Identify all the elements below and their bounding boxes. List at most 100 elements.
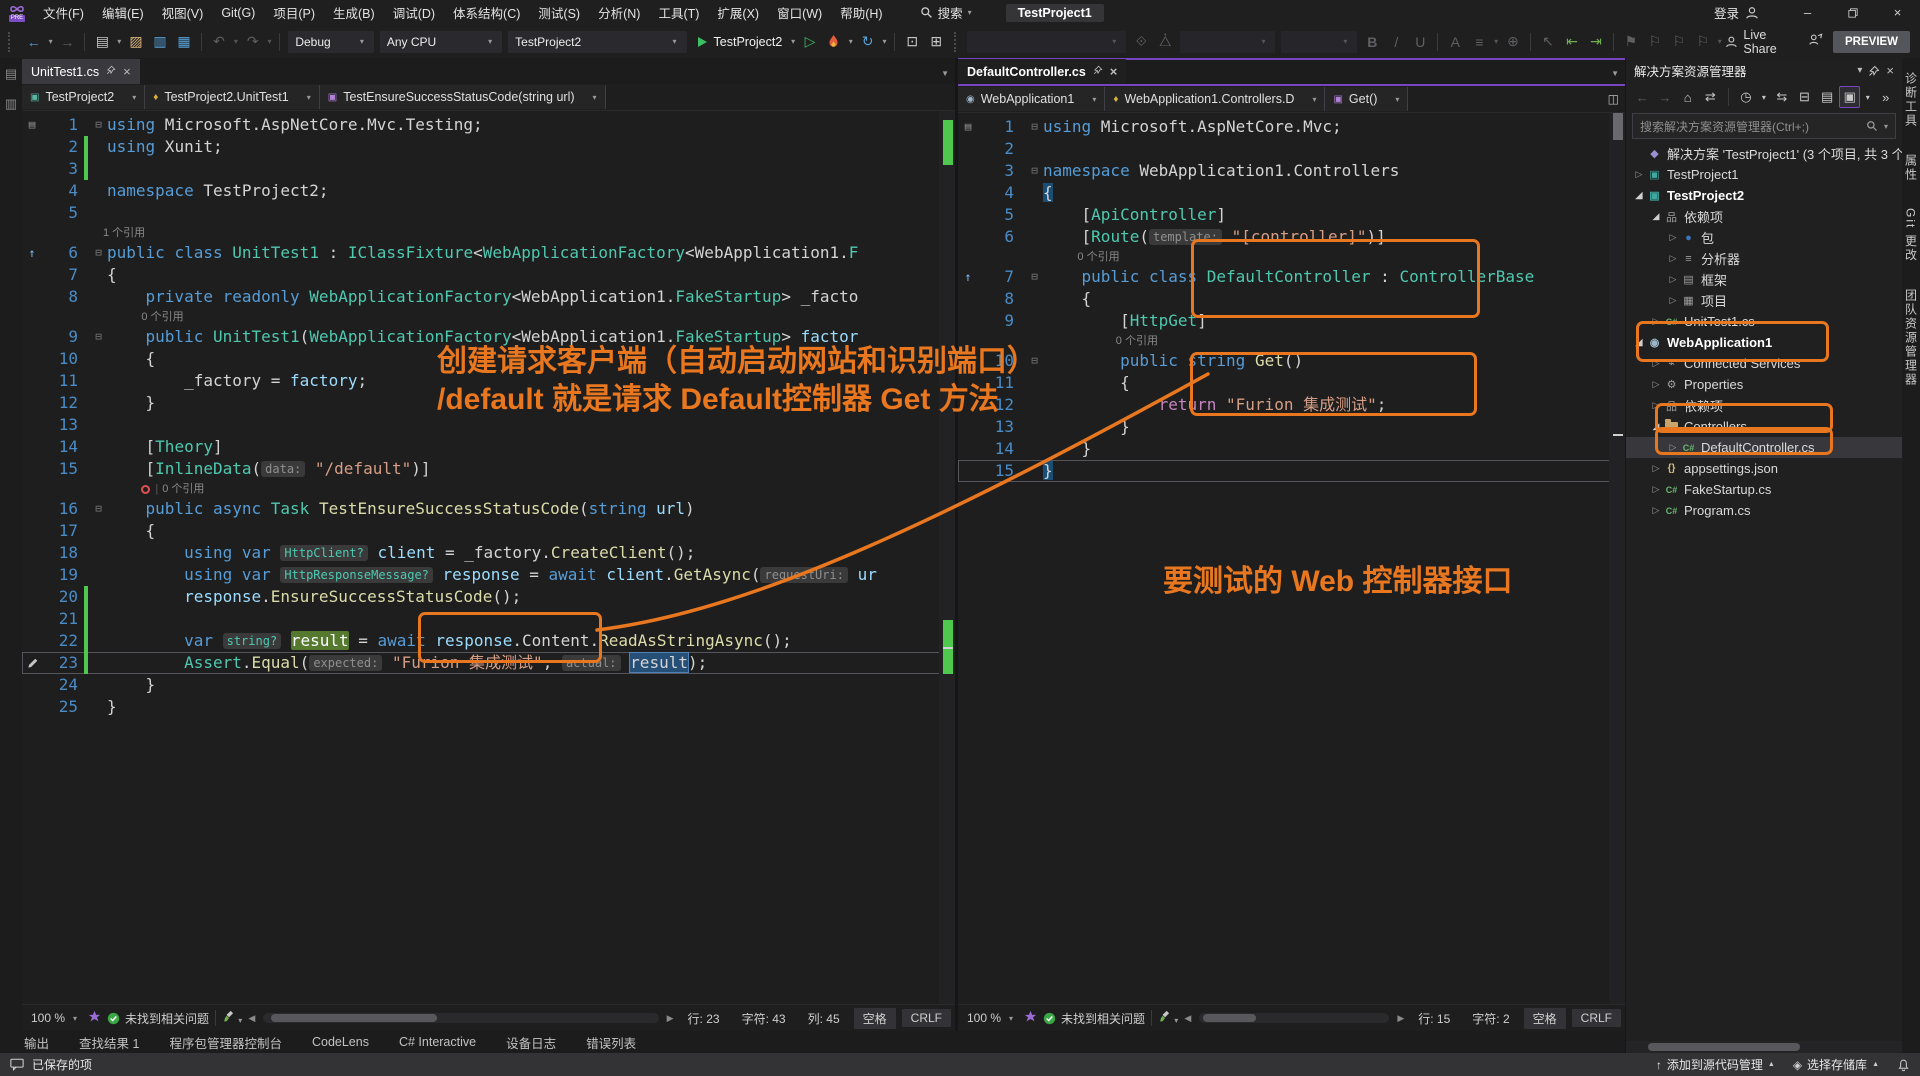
run-button[interactable]: TestProject2 bbox=[690, 30, 789, 54]
breadcrumb-item-2[interactable]: ▣Get()▾ bbox=[1325, 87, 1408, 111]
toolbar-combo-18[interactable]: TestProject2▾ bbox=[508, 31, 686, 53]
collapse-all-icon[interactable]: ⊟ bbox=[1794, 86, 1815, 108]
fold-marker[interactable]: ⊟ bbox=[1026, 350, 1043, 372]
fold-marker[interactable] bbox=[90, 180, 107, 202]
toolbar-button-underline[interactable]: U bbox=[1408, 30, 1432, 54]
code-line[interactable]: 12 return "Furion 集成测试"; bbox=[958, 394, 1625, 416]
fold-marker[interactable]: ⊟ bbox=[1026, 160, 1043, 182]
close-tab-icon[interactable]: × bbox=[1110, 64, 1118, 79]
more-icon[interactable]: » bbox=[1875, 86, 1896, 108]
menu-item-10[interactable]: 工具(T) bbox=[649, 0, 708, 25]
live-share-button[interactable]: Live Share bbox=[1725, 28, 1798, 56]
fold-marker[interactable] bbox=[90, 264, 107, 286]
tree-item-program-cs[interactable]: ▷C#Program.cs bbox=[1626, 500, 1902, 521]
code-line[interactable]: 3⊟namespace WebApplication1.Controllers bbox=[958, 160, 1625, 182]
code-line[interactable]: 2 bbox=[958, 138, 1625, 160]
collapsed-arrow-icon[interactable]: ▷ bbox=[1649, 379, 1663, 390]
tree-item--[interactable]: ▷▦项目 bbox=[1626, 290, 1902, 311]
minimize-button[interactable]: – bbox=[1785, 0, 1830, 25]
fold-marker[interactable] bbox=[90, 436, 107, 458]
code-line[interactable]: ▤1⊟using Microsoft.AspNetCore.Mvc; bbox=[958, 116, 1625, 138]
close-panel-icon[interactable]: × bbox=[1886, 63, 1894, 78]
fold-marker[interactable] bbox=[90, 392, 107, 414]
side-tab-0[interactable]: 诊断工具 bbox=[1903, 72, 1920, 128]
panel-tab-4[interactable]: C# Interactive bbox=[399, 1035, 476, 1049]
caret[interactable]: ▾ bbox=[1758, 86, 1769, 108]
scroll-right-icon[interactable]: ▶ bbox=[667, 1013, 674, 1024]
code-line[interactable]: 11 _factory = factory; bbox=[22, 370, 955, 392]
dropdown-caret-icon[interactable]: ▾ bbox=[231, 37, 241, 46]
fold-marker[interactable] bbox=[90, 674, 107, 696]
collapsed-arrow-icon[interactable]: ▷ bbox=[1649, 400, 1663, 411]
fold-marker[interactable]: ⊟ bbox=[90, 114, 107, 136]
scroll-left-icon[interactable]: ◀ bbox=[1184, 1013, 1191, 1024]
fold-marker[interactable] bbox=[90, 348, 107, 370]
vertical-scrollbar[interactable] bbox=[939, 111, 955, 1004]
code-line[interactable]: 23 Assert.Equal(expected: "Furion 集成测试",… bbox=[22, 652, 955, 674]
fold-marker[interactable] bbox=[1026, 204, 1043, 226]
fold-marker[interactable] bbox=[1026, 372, 1043, 394]
left-strip-tool-icon-1[interactable]: ▥ bbox=[5, 96, 17, 112]
add-to-source-control-button[interactable]: ↑ 添加到源代码管理 ▲ bbox=[1656, 1056, 1775, 1073]
scroll-right-icon[interactable]: ▶ bbox=[1397, 1013, 1404, 1024]
menu-item-6[interactable]: 调试(D) bbox=[384, 0, 444, 25]
fold-marker[interactable] bbox=[1026, 288, 1043, 310]
code-line[interactable]: 6 [Route(template: "[controller]")] bbox=[958, 226, 1625, 248]
toolbar-button-save-all[interactable]: ▦ bbox=[172, 30, 196, 54]
fold-marker[interactable]: ⊟ bbox=[1026, 266, 1043, 288]
fold-marker[interactable] bbox=[1026, 226, 1043, 248]
toolbar-button-restart[interactable]: ↻ bbox=[856, 30, 880, 54]
line-ending-mode[interactable]: CRLF bbox=[902, 1009, 951, 1027]
fold-marker[interactable] bbox=[1026, 416, 1043, 438]
toolbar-button-undo[interactable]: ↶ bbox=[207, 30, 231, 54]
tree-item-testproject2[interactable]: ◢▣TestProject2 bbox=[1626, 185, 1902, 206]
dropdown-caret-icon[interactable]: ▾ bbox=[46, 37, 56, 46]
code-line[interactable]: 17 { bbox=[22, 520, 955, 542]
tree-item--[interactable]: ▷≡分析器 bbox=[1626, 248, 1902, 269]
toolbar-button-new-project[interactable]: ▤ bbox=[90, 30, 114, 54]
menu-item-2[interactable]: 视图(V) bbox=[153, 0, 213, 25]
menu-item-13[interactable]: 帮助(H) bbox=[831, 0, 891, 25]
fold-marker[interactable] bbox=[90, 286, 107, 308]
collapsed-arrow-icon[interactable]: ▷ bbox=[1649, 505, 1663, 516]
toolbar-button-rename-symbol[interactable]: ⟐ bbox=[1129, 30, 1153, 54]
tree-item--[interactable]: ▷▤框架 bbox=[1626, 269, 1902, 290]
dropdown-caret-icon[interactable]: ▾ bbox=[1715, 37, 1725, 46]
zoom-select[interactable]: 100 %▾ bbox=[962, 1011, 1018, 1025]
fold-marker[interactable] bbox=[90, 542, 107, 564]
left-strip-tool-icon-0[interactable]: ▤ bbox=[5, 66, 17, 82]
toolbar-button-navigate-symbol[interactable]: ⧊ bbox=[1153, 30, 1177, 54]
dropdown-caret-icon[interactable]: ▾ bbox=[1491, 37, 1501, 46]
fold-marker[interactable]: ⊟ bbox=[1026, 116, 1043, 138]
toolbar-button-navigate-back[interactable]: ← bbox=[22, 30, 46, 54]
tree-item-testproject1[interactable]: ▷▣TestProject1 bbox=[1626, 164, 1902, 185]
side-tab-1[interactable]: 属性 bbox=[1903, 154, 1920, 182]
collapsed-arrow-icon[interactable]: ▷ bbox=[1666, 295, 1680, 306]
code-cleanup-button[interactable]: ▾ bbox=[222, 1010, 242, 1026]
menu-item-3[interactable]: Git(G) bbox=[212, 0, 264, 25]
code-line[interactable]: 8 { bbox=[958, 288, 1625, 310]
side-tab-3[interactable]: 团队资源管理器 bbox=[1903, 289, 1920, 387]
code-area[interactable]: ▤1⊟using Microsoft.AspNetCore.Mvc;23⊟nam… bbox=[958, 113, 1625, 1004]
fold-marker[interactable] bbox=[90, 458, 107, 480]
code-line[interactable]: 3 bbox=[22, 158, 955, 180]
toolbar-combo-30[interactable]: ▾ bbox=[967, 31, 1126, 53]
toolbar-button-text-highlight[interactable]: A bbox=[1443, 30, 1467, 54]
toolbar-button-align[interactable]: ≡ bbox=[1467, 30, 1491, 54]
code-line[interactable]: 16⊟ public async Task TestEnsureSuccessS… bbox=[22, 498, 955, 520]
solution-horizontal-scrollbar[interactable] bbox=[1626, 1041, 1902, 1053]
breadcrumb-item-2[interactable]: ▣TestEnsureSuccessStatusCode(string url)… bbox=[320, 85, 606, 109]
vertical-scrollbar[interactable] bbox=[1609, 113, 1625, 1004]
code-line[interactable]: 19 using var HttpResponseMessage? respon… bbox=[22, 564, 955, 586]
pin-icon[interactable] bbox=[1093, 65, 1103, 78]
whitespace-mode[interactable]: 空格 bbox=[1524, 1008, 1566, 1029]
tab-unittest1-cs[interactable]: UnitTest1.cs× bbox=[22, 59, 140, 84]
code-line[interactable]: 11 { bbox=[958, 372, 1625, 394]
code-line[interactable]: 9⊟ public UnitTest1(WebApplicationFactor… bbox=[22, 326, 955, 348]
toolbar-button-pointer[interactable]: ↖ bbox=[1536, 30, 1560, 54]
fold-marker[interactable] bbox=[1026, 438, 1043, 460]
code-line[interactable]: 24 } bbox=[22, 674, 955, 696]
solution-search-input[interactable]: 搜索解决方案资源管理器(Ctrl+;) ▾ bbox=[1632, 113, 1896, 139]
toolbar-button-navigate-forward[interactable]: → bbox=[55, 30, 79, 54]
code-line[interactable]: 2using Xunit; bbox=[22, 136, 955, 158]
